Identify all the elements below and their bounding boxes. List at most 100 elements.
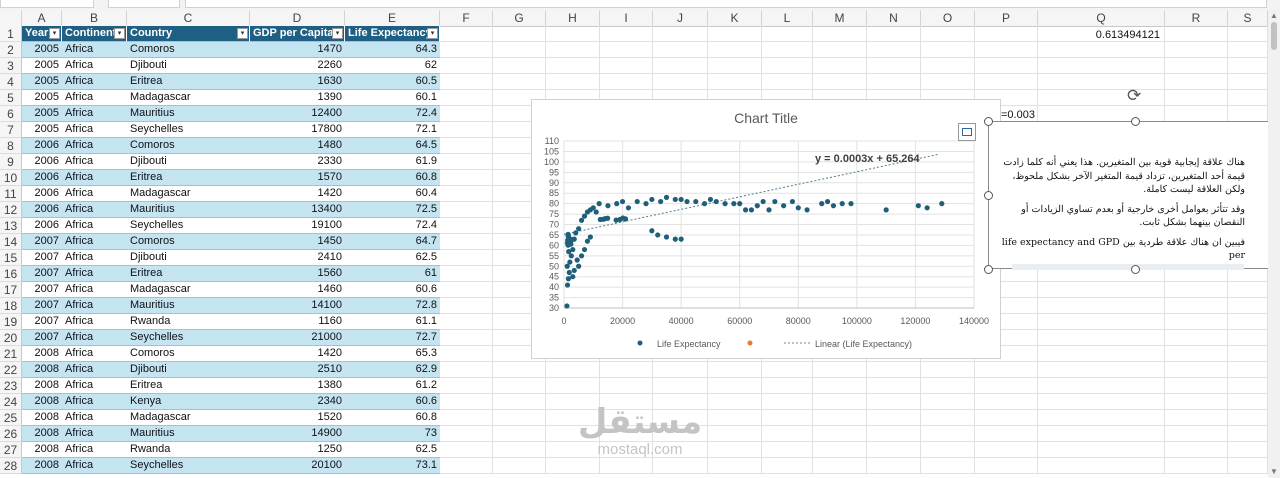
table-cell[interactable]: Comoros bbox=[127, 346, 250, 362]
table-cell[interactable]: 64.3 bbox=[345, 42, 440, 58]
sheet-cell[interactable] bbox=[600, 378, 653, 394]
row-header[interactable]: 4 bbox=[0, 74, 22, 90]
table-cell[interactable]: 2007 bbox=[22, 282, 62, 298]
table-cell[interactable]: 2006 bbox=[22, 154, 62, 170]
sheet-cell[interactable] bbox=[1038, 314, 1165, 330]
sheet-cell[interactable] bbox=[762, 410, 813, 426]
function-box[interactable] bbox=[108, 0, 180, 8]
sheet-cell[interactable] bbox=[921, 394, 975, 410]
table-cell[interactable]: 2007 bbox=[22, 314, 62, 330]
sheet-cell[interactable] bbox=[1228, 298, 1268, 314]
column-header[interactable]: F bbox=[440, 10, 493, 26]
table-cell[interactable]: Mauritius bbox=[127, 426, 250, 442]
sheet-cell[interactable] bbox=[708, 58, 762, 74]
sheet-cell[interactable] bbox=[440, 458, 493, 474]
table-cell[interactable]: 1420 bbox=[250, 346, 345, 362]
table-cell[interactable]: Africa bbox=[62, 122, 127, 138]
sheet-cell[interactable] bbox=[867, 362, 921, 378]
sheet-cell[interactable] bbox=[440, 106, 493, 122]
sheet-cell[interactable] bbox=[440, 282, 493, 298]
sheet-cell[interactable] bbox=[440, 186, 493, 202]
table-cell[interactable]: Africa bbox=[62, 106, 127, 122]
sheet-cell[interactable] bbox=[708, 378, 762, 394]
sheet-cell[interactable] bbox=[1038, 330, 1165, 346]
table-cell[interactable]: Mauritius bbox=[127, 202, 250, 218]
sheet-cell[interactable] bbox=[440, 426, 493, 442]
sheet-cell[interactable] bbox=[867, 378, 921, 394]
sheet-cell[interactable] bbox=[493, 458, 546, 474]
table-cell[interactable]: Rwanda bbox=[127, 442, 250, 458]
sheet-cell[interactable] bbox=[493, 26, 546, 42]
table-cell[interactable]: 2008 bbox=[22, 442, 62, 458]
table-cell[interactable]: 1570 bbox=[250, 170, 345, 186]
column-header[interactable]: D bbox=[250, 10, 345, 26]
resize-handle-bottom[interactable] bbox=[1131, 265, 1140, 274]
table-cell[interactable]: 2006 bbox=[22, 186, 62, 202]
column-header[interactable]: I bbox=[600, 10, 653, 26]
sheet-cell[interactable] bbox=[1228, 42, 1268, 58]
sheet-cell[interactable] bbox=[1165, 394, 1228, 410]
sheet-cell[interactable] bbox=[440, 170, 493, 186]
table-cell[interactable]: 62.9 bbox=[345, 362, 440, 378]
sheet-cell[interactable] bbox=[1228, 442, 1268, 458]
row-header[interactable]: 27 bbox=[0, 442, 22, 458]
sheet-cell[interactable] bbox=[440, 202, 493, 218]
row-header[interactable]: 13 bbox=[0, 218, 22, 234]
sheet-cell[interactable] bbox=[813, 26, 867, 42]
table-header-cell[interactable]: GDP per Capita bbox=[250, 26, 345, 42]
table-cell[interactable]: Seychelles bbox=[127, 330, 250, 346]
table-cell[interactable]: 1160 bbox=[250, 314, 345, 330]
resize-handle-bottom-left[interactable] bbox=[984, 265, 993, 274]
table-cell[interactable]: Eritrea bbox=[127, 74, 250, 90]
sheet-cell[interactable] bbox=[975, 74, 1038, 90]
row-header[interactable]: 19 bbox=[0, 314, 22, 330]
table-cell[interactable]: 1420 bbox=[250, 186, 345, 202]
column-header[interactable]: A bbox=[22, 10, 62, 26]
row-header[interactable]: 8 bbox=[0, 138, 22, 154]
sheet-cell[interactable] bbox=[813, 442, 867, 458]
table-cell[interactable]: Africa bbox=[62, 154, 127, 170]
sheet-cell[interactable] bbox=[440, 394, 493, 410]
column-header[interactable]: H bbox=[546, 10, 600, 26]
sheet-cell[interactable] bbox=[867, 42, 921, 58]
table-cell[interactable]: 2008 bbox=[22, 394, 62, 410]
sheet-cell[interactable] bbox=[600, 362, 653, 378]
sheet-cell[interactable] bbox=[762, 362, 813, 378]
table-cell[interactable]: Africa bbox=[62, 346, 127, 362]
sheet-cell[interactable] bbox=[546, 58, 600, 74]
sheet-cell[interactable] bbox=[546, 378, 600, 394]
table-cell[interactable]: Africa bbox=[62, 314, 127, 330]
table-cell[interactable]: 1470 bbox=[250, 42, 345, 58]
column-header[interactable]: P bbox=[975, 10, 1038, 26]
table-cell[interactable]: 13400 bbox=[250, 202, 345, 218]
table-cell[interactable]: 2005 bbox=[22, 90, 62, 106]
sheet-cell[interactable] bbox=[813, 58, 867, 74]
table-cell[interactable]: 2007 bbox=[22, 250, 62, 266]
table-cell[interactable]: 64.7 bbox=[345, 234, 440, 250]
sheet-cell[interactable] bbox=[867, 26, 921, 42]
table-cell[interactable]: 1250 bbox=[250, 442, 345, 458]
sheet-cell[interactable] bbox=[867, 74, 921, 90]
table-cell[interactable]: Africa bbox=[62, 250, 127, 266]
sheet-cell[interactable] bbox=[921, 458, 975, 474]
table-cell[interactable]: 17800 bbox=[250, 122, 345, 138]
column-header[interactable]: B bbox=[62, 10, 127, 26]
table-cell[interactable]: 1630 bbox=[250, 74, 345, 90]
table-cell[interactable]: 62 bbox=[345, 58, 440, 74]
table-cell[interactable]: 2008 bbox=[22, 458, 62, 474]
sheet-cell[interactable] bbox=[1228, 458, 1268, 474]
sheet-cell[interactable] bbox=[1038, 378, 1165, 394]
sheet-cell[interactable] bbox=[1228, 330, 1268, 346]
row-header[interactable]: 17 bbox=[0, 282, 22, 298]
sheet-cell[interactable] bbox=[493, 74, 546, 90]
sheet-cell[interactable] bbox=[708, 426, 762, 442]
row-header[interactable]: 7 bbox=[0, 122, 22, 138]
sheet-cell[interactable] bbox=[493, 378, 546, 394]
sheet-cell[interactable] bbox=[493, 362, 546, 378]
table-cell[interactable]: Africa bbox=[62, 74, 127, 90]
row-header[interactable]: 18 bbox=[0, 298, 22, 314]
sheet-cell[interactable] bbox=[1228, 394, 1268, 410]
sheet-cell[interactable] bbox=[600, 58, 653, 74]
table-cell[interactable]: 2510 bbox=[250, 362, 345, 378]
table-cell[interactable]: 2006 bbox=[22, 202, 62, 218]
